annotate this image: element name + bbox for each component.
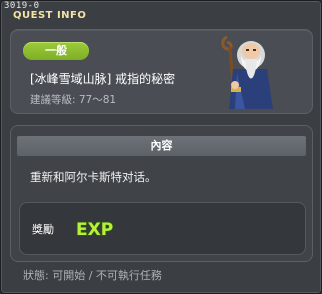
reward-label: 獎勵 — [32, 223, 54, 236]
window-title: QUEST INFO — [13, 10, 87, 21]
reward-box: 獎勵 EXP — [19, 202, 306, 255]
recommended-level: 建議等級: 77～81 — [30, 94, 117, 106]
svg-text:EXP: EXP — [76, 220, 113, 240]
content-header: 內容 — [17, 136, 306, 156]
quest-description: 重新和阿尔卡斯特对话。 — [30, 170, 157, 184]
old-wizard-npc-icon — [221, 35, 273, 110]
quest-name: [冰峰雪域山脉] 戒指的秘密 — [30, 72, 176, 86]
quest-content-panel: 內容 重新和阿尔卡斯特对话。 獎勵 EXP — [10, 125, 313, 262]
quest-category-badge: 一般 — [23, 42, 89, 60]
quest-status: 狀態: 可開始 / 不可執行任務 — [23, 269, 162, 282]
quest-info-window: 3019-0 QUEST INFO 一般 [冰峰雪域山脉] 戒指的秘密 建議等級… — [0, 0, 322, 294]
exp-icon: EXP — [75, 219, 114, 241]
